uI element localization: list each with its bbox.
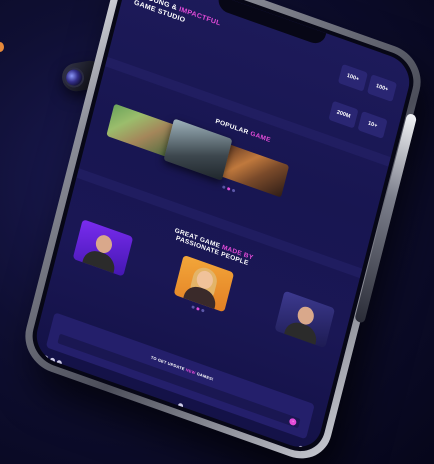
- stat-card: 200M: [328, 100, 359, 129]
- stat-value: 200M: [336, 109, 351, 120]
- instagram-icon[interactable]: ◎: [56, 359, 63, 366]
- phone-screen: A YOUNG & IMPACTFUL GAME STUDIO 100+ 100…: [31, 0, 415, 454]
- phone-bezel: A YOUNG & IMPACTFUL GAME STUDIO 100+ 100…: [26, 0, 420, 460]
- carousel-dot-active[interactable]: [226, 186, 231, 191]
- mail-icon: [297, 445, 304, 452]
- send-icon: ›: [291, 418, 295, 424]
- stat-value: 100+: [346, 72, 360, 83]
- popular-title-accent: GAME: [249, 130, 272, 145]
- contact-phone[interactable]: [177, 402, 184, 409]
- newsletter-title-suffix: GAMES!: [194, 370, 215, 382]
- twitter-icon[interactable]: t: [49, 357, 56, 364]
- stat-card: 10+: [357, 111, 388, 139]
- phone-mockup-wrapper: A YOUNG & IMPACTFUL GAME STUDIO 100+ 100…: [0, 0, 434, 464]
- phone-icon: [177, 402, 184, 409]
- stat-card: 100+: [337, 63, 368, 92]
- stat-value: 10+: [367, 120, 378, 130]
- carousel-dot[interactable]: [221, 185, 226, 189]
- team-dot-active[interactable]: [195, 306, 200, 311]
- subscribe-button[interactable]: ›: [288, 416, 298, 426]
- phone-mockup: A YOUNG & IMPACTFUL GAME STUDIO 100+ 100…: [18, 0, 428, 464]
- contact-email[interactable]: [297, 445, 304, 452]
- facebook-icon[interactable]: f: [42, 354, 49, 362]
- game-card-featured[interactable]: [163, 118, 233, 181]
- social-links: f t ◎: [42, 354, 63, 366]
- stat-value: 100+: [375, 83, 389, 94]
- team-dot[interactable]: [200, 308, 205, 313]
- team-dot[interactable]: [190, 305, 195, 309]
- stat-card: 100+: [366, 74, 398, 103]
- carousel-dot[interactable]: [231, 188, 235, 193]
